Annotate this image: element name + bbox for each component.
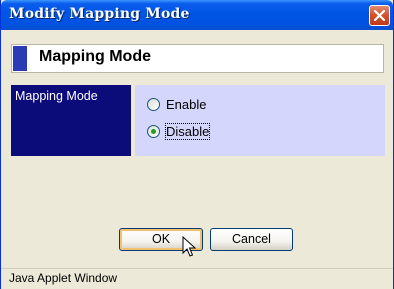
enable-radio[interactable] (147, 97, 160, 111)
enable-option[interactable]: Enable (147, 95, 206, 113)
title-bar[interactable]: Modify Mapping Mode (1, 0, 393, 30)
dialog-window: Modify Mapping Mode Mapping Mode Mapping… (0, 0, 394, 289)
header-accent-bar (13, 46, 27, 71)
status-bar-text: Java Applet Window (9, 271, 118, 285)
window-title: Modify Mapping Mode (9, 6, 190, 22)
close-button[interactable] (369, 5, 390, 26)
options-panel: Enable Disable (135, 85, 385, 156)
status-divider (1, 268, 393, 269)
field-label-panel: Mapping Mode (11, 85, 131, 156)
cancel-button[interactable]: Cancel (210, 228, 293, 251)
mouse-pointer-icon (182, 236, 196, 257)
section-heading: Mapping Mode (39, 48, 151, 65)
disable-option[interactable]: Disable (147, 122, 211, 140)
close-icon (374, 10, 385, 21)
disable-radio[interactable] (147, 124, 160, 138)
enable-label[interactable]: Enable (166, 97, 206, 112)
mapping-mode-label: Mapping Mode (15, 89, 98, 103)
section-header: Mapping Mode (11, 44, 384, 73)
disable-label[interactable]: Disable (164, 122, 211, 140)
